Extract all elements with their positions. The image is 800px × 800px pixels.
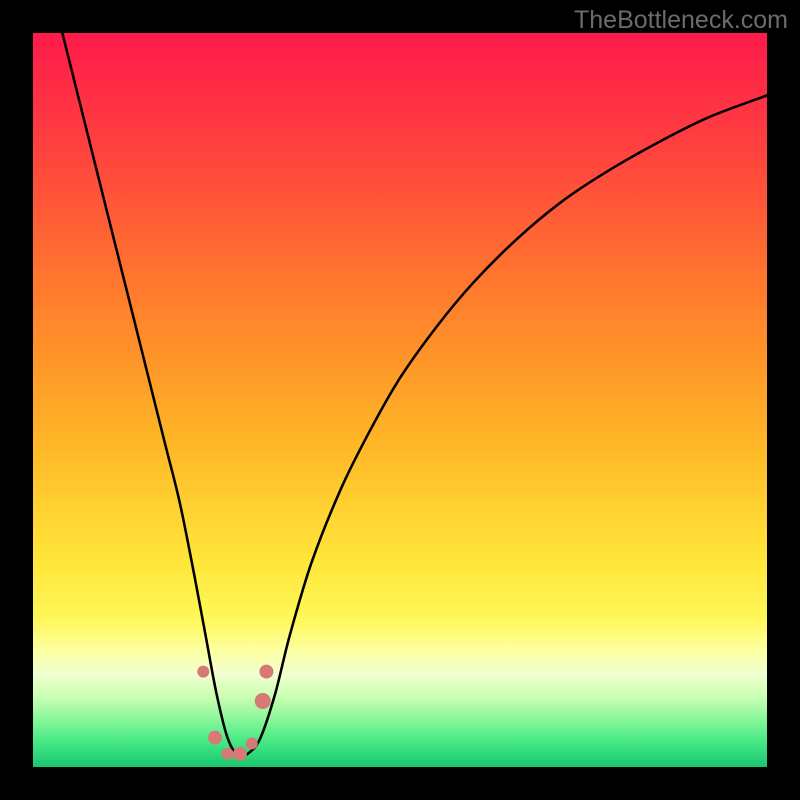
curve-marker (233, 747, 247, 761)
outer-frame: TheBottleneck.com (0, 0, 800, 800)
curve-marker (197, 666, 209, 678)
watermark-text: TheBottleneck.com (574, 6, 788, 35)
plot-area (33, 33, 767, 767)
curve-marker (255, 693, 271, 709)
curve-marker (222, 748, 234, 760)
curve-marker (208, 731, 222, 745)
curve-marker (246, 738, 258, 750)
chart-svg (33, 33, 767, 767)
curve-marker (259, 665, 273, 679)
bottleneck-curve (62, 33, 767, 757)
curve-markers (197, 665, 273, 761)
